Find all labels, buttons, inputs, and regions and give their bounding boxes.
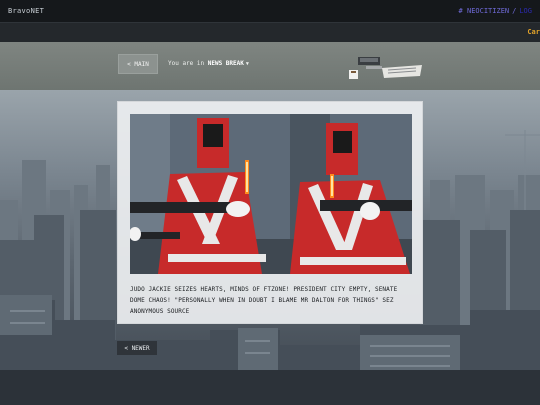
top-bar: BravoNET # NEOCITIZEN / LOG [0,0,540,22]
desk-illustration-icon [349,57,422,79]
user-link[interactable]: # NEOCITIZEN / LOG [459,7,532,15]
news-ticker: Car [0,22,540,42]
article-photo[interactable] [130,114,412,274]
ticker-text: Car [527,28,540,36]
user-name-link[interactable]: LOG [519,7,532,15]
article-headline[interactable]: JUDO JACKIE SEIZES HEARTS, MINDS OF FTZO… [130,284,414,317]
newer-button[interactable]: < NEWER [117,341,157,355]
chevron-down-icon[interactable]: ▼ [246,61,249,67]
location-indicator[interactable]: You are in NEWS BREAK ▼ [168,60,249,67]
brand-title: BravoNET [8,7,45,15]
main-button[interactable]: < MAIN [118,54,158,74]
section-name[interactable]: NEWS BREAK [208,60,244,67]
hazmat-crew-image [130,114,412,274]
neocitizen-link[interactable]: # NEOCITIZEN [459,7,510,15]
nav-strip: < MAIN You are in NEWS BREAK ▼ [0,42,540,90]
article-card: JUDO JACKIE SEIZES HEARTS, MINDS OF FTZO… [117,101,423,324]
location-prefix: You are in [168,60,205,67]
separator: / [512,7,517,15]
